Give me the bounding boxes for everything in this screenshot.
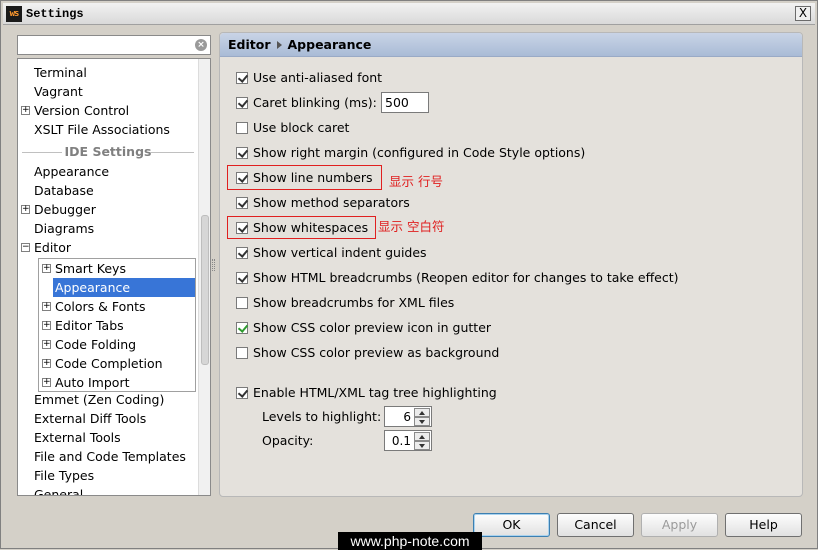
tree-item-colors-fonts[interactable]: Colors & Fonts [55,297,146,316]
expand-colors-fonts-icon[interactable]: + [42,302,51,311]
settings-window: ws Settings X × Terminal Vagrant + Versi… [0,0,818,550]
tree-item-diagrams[interactable]: Diagrams [34,219,94,238]
tree-item-xslt[interactable]: XSLT File Associations [34,120,170,139]
help-button[interactable]: Help [725,513,802,537]
expand-auto-import-icon[interactable]: + [42,378,51,387]
tree-item-external-diff-tools[interactable]: External Diff Tools [34,409,146,428]
spin-down-arrow-icon[interactable] [414,441,430,450]
tree-item-terminal[interactable]: Terminal [34,63,87,82]
line-numbers-annotation: 显示 行号 [389,174,443,189]
tree-item-vagrant[interactable]: Vagrant [34,82,83,101]
checkbox-checked-icon[interactable] [236,172,248,184]
breadcrumb-arrow-icon [276,41,282,49]
checkbox-checked-icon[interactable] [236,72,248,84]
watermark: www.php-note.com [338,532,482,550]
expand-editor-tabs-icon[interactable]: + [42,321,51,330]
caret-blinking-input[interactable]: 500 [381,92,429,113]
tree-item-file-code-templates[interactable]: File and Code Templates [34,447,186,466]
tree-item-external-tools[interactable]: External Tools [34,428,121,447]
checkbox-checked-icon[interactable] [236,272,248,284]
expand-smart-keys-icon[interactable]: + [42,264,51,273]
window-title: Settings [26,7,84,21]
tree-scrollbar-thumb[interactable] [201,215,209,365]
tree-item-debugger[interactable]: Debugger [34,200,96,219]
expand-code-completion-icon[interactable]: + [42,359,51,368]
checkbox-checked-icon[interactable] [236,97,248,109]
checkbox-checked-icon[interactable] [236,247,248,259]
tree-item-general[interactable]: General [34,485,83,495]
group-divider-right [150,152,194,153]
checkbox-checked-icon[interactable] [236,387,248,399]
expand-version-control-icon[interactable]: + [21,106,30,115]
tree-item-editor-appearance[interactable]: Appearance [53,278,195,297]
checkbox-checked-icon[interactable] [236,197,248,209]
opacity-label: Opacity: [262,433,314,448]
settings-search-input[interactable]: × [17,35,211,55]
checkbox-checked-icon[interactable] [236,147,248,159]
opacity-value[interactable]: 0.1 [392,432,411,450]
spin-up-arrow-icon[interactable] [414,432,430,441]
breadcrumb-editor: Editor [228,37,271,52]
tree-item-code-completion[interactable]: Code Completion [55,354,163,373]
levels-to-highlight-label: Levels to highlight: [262,409,382,424]
spin-up-arrow-icon[interactable] [414,408,430,417]
tree-scrollbar[interactable] [198,59,210,495]
tree-item-code-folding[interactable]: Code Folding [55,335,136,354]
collapse-editor-icon[interactable]: − [21,243,30,252]
cancel-button[interactable]: Cancel [557,513,634,537]
apply-button[interactable]: Apply [641,513,718,537]
breadcrumb: Editor Appearance [220,33,802,57]
levels-value[interactable]: 6 [403,408,411,426]
checkbox-checked-icon[interactable] [236,322,248,334]
settings-tree[interactable]: Terminal Vagrant + Version Control XSLT … [17,58,211,496]
breadcrumb-appearance: Appearance [287,37,372,52]
levels-spinner[interactable]: 6 [384,406,432,427]
expand-debugger-icon[interactable]: + [21,205,30,214]
opacity-spinner[interactable]: 0.1 [384,430,432,451]
ok-button[interactable]: OK [473,513,550,537]
spin-down-arrow-icon[interactable] [414,417,430,426]
tree-item-appearance[interactable]: Appearance [34,162,109,181]
checkbox-unchecked-icon[interactable] [236,347,248,359]
tree-item-smart-keys[interactable]: Smart Keys [55,259,126,278]
close-button[interactable]: X [795,6,811,21]
checkbox-checked-icon[interactable] [236,222,248,234]
tree-item-file-types[interactable]: File Types [34,466,94,485]
checkbox-unchecked-icon[interactable] [236,122,248,134]
tree-item-editor[interactable]: Editor [34,238,71,257]
checkbox-unchecked-icon[interactable] [236,297,248,309]
tree-item-editor-tabs[interactable]: Editor Tabs [55,316,124,335]
title-bar: ws Settings X [3,3,815,25]
clear-search-icon[interactable]: × [195,39,207,51]
tree-item-emmet[interactable]: Emmet (Zen Coding) [34,390,164,409]
editor-subtree: + Smart Keys Appearance + Colors & Fonts… [38,258,196,392]
settings-content-panel: Editor Appearance Use anti-aliased font C… [219,32,803,497]
tree-item-version-control[interactable]: Version Control [34,101,129,120]
whitespaces-annotation: 显示 空白符 [378,219,445,234]
panel-splitter-handle[interactable] [212,259,215,271]
tree-item-database[interactable]: Database [34,181,94,200]
app-logo-icon: ws [6,6,22,22]
expand-code-folding-icon[interactable]: + [42,340,51,349]
